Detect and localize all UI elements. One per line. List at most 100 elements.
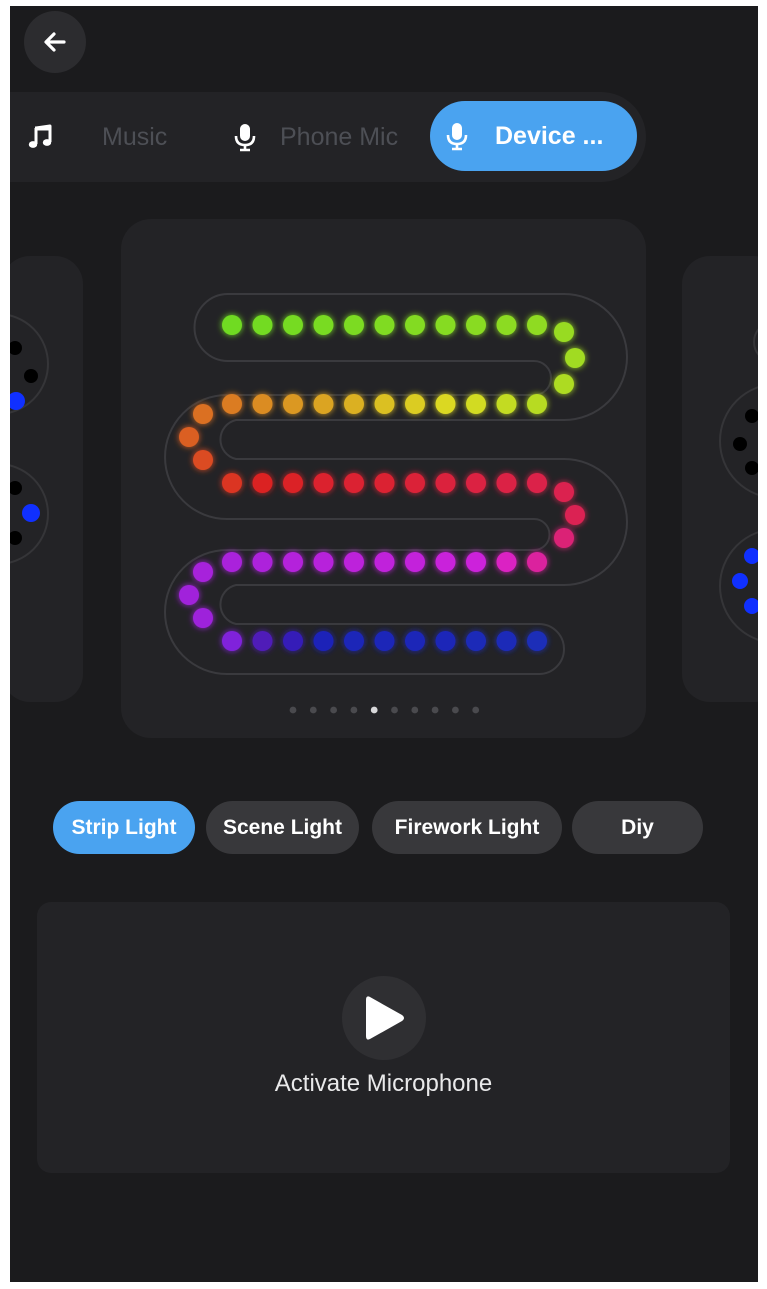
led-dot (193, 608, 213, 628)
led-dot (466, 631, 486, 651)
led-dot (405, 552, 425, 572)
page-dot[interactable] (431, 706, 439, 714)
led-dot (554, 528, 574, 548)
effect-preview-next (719, 328, 758, 641)
led-dot (554, 374, 574, 394)
microphone-icon (444, 121, 470, 151)
led-dot (313, 315, 334, 335)
page-dot[interactable] (330, 706, 337, 714)
led-dot (344, 631, 364, 651)
led-dot (496, 315, 517, 335)
led-dot (283, 394, 303, 414)
led-dot (466, 315, 486, 335)
tab-device-mic[interactable]: Device ... (430, 101, 637, 171)
page-dot[interactable] (472, 706, 480, 714)
led-dot (283, 315, 303, 335)
tab-music[interactable]: Music (26, 92, 167, 182)
led-dot (252, 394, 273, 414)
effect-preview-previous (10, 314, 49, 564)
led-dot (527, 552, 547, 572)
page-dot[interactable] (452, 706, 459, 714)
led-dot (344, 315, 364, 335)
led-dot (179, 427, 199, 447)
page-dot[interactable] (411, 706, 419, 714)
chip-scene-light[interactable]: Scene Light (206, 801, 359, 854)
tab-device-mic-label: Device ... (495, 121, 604, 150)
app-screen: Music Phone Mic Device ... Strip Light S… (10, 6, 758, 1282)
audio-source-tabs: Music Phone Mic Device ... (10, 92, 646, 182)
led-dot (344, 552, 364, 572)
led-dot (283, 473, 303, 493)
chip-firework-light-label: Firework Light (394, 815, 540, 839)
led-dot (283, 631, 303, 651)
chip-strip-light-label: Strip Light (71, 815, 177, 839)
page-dot[interactable] (391, 706, 398, 714)
led-dot (565, 348, 585, 368)
led-dot (344, 473, 364, 493)
microphone-icon (232, 122, 258, 152)
arrow-left-icon (44, 32, 66, 52)
led-dot (466, 473, 486, 493)
page-dot[interactable] (370, 706, 378, 714)
led-dot (222, 394, 242, 414)
led-dot (252, 473, 273, 493)
chip-firework-light[interactable]: Firework Light (372, 801, 562, 854)
page-dot[interactable] (309, 706, 317, 714)
effect-mode-tabs: Strip Light Scene Light Firework Light D… (10, 801, 758, 855)
led-dot (374, 473, 395, 493)
activate-microphone-button[interactable] (342, 976, 426, 1060)
led-dot (344, 394, 364, 414)
effect-card-next[interactable] (682, 256, 758, 702)
strip-light-preview (164, 293, 628, 714)
led-dot (435, 394, 456, 414)
play-icon (366, 996, 404, 1040)
led-dot (222, 631, 242, 651)
led-dot (405, 394, 425, 414)
chip-strip-light[interactable]: Strip Light (53, 801, 195, 854)
led-dot (179, 585, 199, 605)
led-dot (527, 631, 547, 651)
chip-diy[interactable]: Diy (572, 801, 703, 854)
led-dot (313, 394, 334, 414)
led-dot (374, 315, 395, 335)
page-indicator[interactable] (289, 706, 480, 714)
led-dot (222, 315, 242, 335)
page-dot[interactable] (350, 706, 358, 714)
effect-card-previous[interactable] (10, 256, 83, 702)
led-dot (496, 394, 517, 414)
led-dot (435, 473, 456, 493)
led-dot (313, 473, 334, 493)
tab-music-label: Music (102, 122, 168, 151)
led-dot (527, 394, 547, 414)
page-dot[interactable] (289, 706, 297, 714)
led-dot (405, 473, 425, 493)
led-dot (313, 552, 334, 572)
led-dot (374, 394, 395, 414)
led-dot (313, 631, 334, 651)
led-dot (435, 315, 456, 335)
led-dot (252, 315, 273, 335)
led-dot (527, 473, 547, 493)
back-button[interactable] (24, 11, 86, 73)
led-dot (222, 473, 242, 493)
activate-microphone-label: Activate Microphone (274, 1070, 493, 1097)
effect-preview-card[interactable] (121, 219, 646, 738)
led-dot (527, 315, 547, 335)
led-dot (374, 631, 395, 651)
led-dot (466, 394, 486, 414)
led-dot (252, 552, 273, 572)
led-dot (405, 631, 425, 651)
led-dot (193, 562, 213, 582)
led-dot (405, 315, 425, 335)
led-dot (554, 482, 574, 502)
led-dot (193, 404, 213, 424)
led-dot (374, 552, 395, 572)
led-dot (496, 552, 517, 572)
led-dot (252, 631, 273, 651)
led-dot (283, 552, 303, 572)
led-dot (496, 631, 517, 651)
tab-phone-mic[interactable]: Phone Mic (232, 92, 398, 182)
led-dot (565, 505, 585, 525)
chip-diy-label: Diy (621, 815, 654, 839)
led-dot (435, 552, 456, 572)
